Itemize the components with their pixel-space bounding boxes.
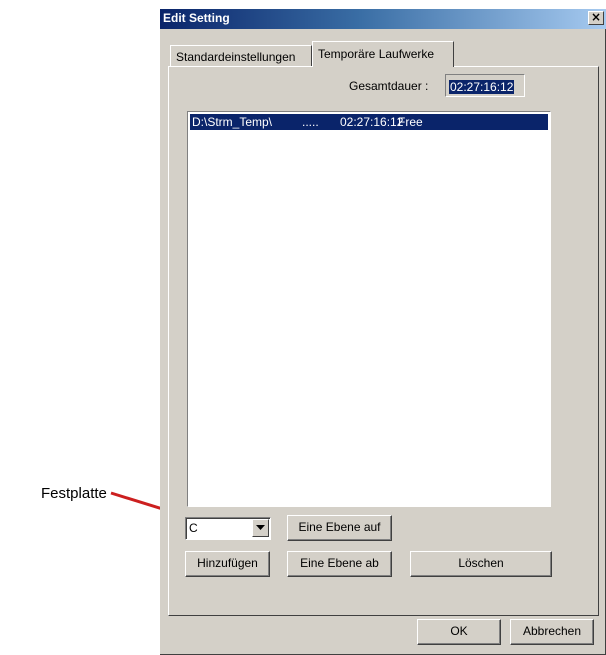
window-title: Edit Setting	[163, 11, 230, 25]
total-duration-label: Gesamtdauer :	[349, 79, 429, 93]
list-item-time: 02:27:16:12	[340, 115, 404, 129]
ok-button[interactable]: OK	[417, 619, 501, 645]
level-up-button[interactable]: Eine Ebene auf	[287, 515, 392, 541]
list-item-free: Free	[398, 115, 423, 129]
drive-select-dropdown-button[interactable]	[252, 519, 269, 537]
total-duration-value: 02:27:16:12	[449, 80, 515, 94]
tab-label: Standardeinstellungen	[176, 50, 296, 64]
total-duration-field[interactable]: 02:27:16:12	[445, 74, 525, 97]
temp-drive-list[interactable]: D:\Strm_Temp\ ..... 02:27:16:12 Free	[187, 111, 551, 507]
drive-select[interactable]: C	[185, 517, 271, 540]
list-item-path: D:\Strm_Temp\	[192, 115, 273, 129]
close-icon: ×	[590, 10, 602, 24]
tab-standardeinstellungen[interactable]: Standardeinstellungen	[170, 45, 312, 66]
tab-temporaere-laufwerke[interactable]: Temporäre Laufwerke	[312, 41, 454, 67]
triangle-down-icon	[256, 525, 265, 530]
list-item-dots: .....	[302, 115, 319, 129]
level-down-button[interactable]: Eine Ebene ab	[287, 551, 392, 577]
close-button[interactable]: ×	[588, 11, 604, 25]
delete-button[interactable]: Löschen	[410, 551, 552, 577]
title-bar[interactable]: Edit Setting ×	[160, 9, 606, 29]
tab-label: Temporäre Laufwerke	[318, 47, 435, 61]
drive-select-value: C	[189, 521, 198, 535]
edit-setting-dialog: Edit Setting × Standardeinstellungen Tem…	[160, 9, 606, 655]
add-button[interactable]: Hinzufügen	[185, 551, 270, 577]
cancel-button[interactable]: Abbrechen	[510, 619, 594, 645]
list-item[interactable]: D:\Strm_Temp\ ..... 02:27:16:12 Free	[190, 114, 548, 130]
